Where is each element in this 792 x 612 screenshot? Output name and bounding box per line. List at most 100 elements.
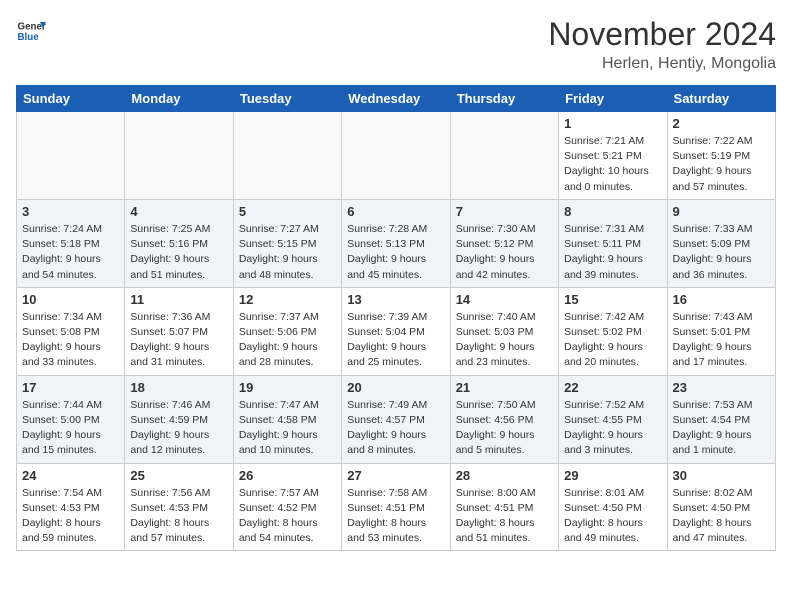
calendar-cell: 15 Sunrise: 7:42 AMSunset: 5:02 PMDayligh… — [559, 287, 667, 375]
day-info: Sunrise: 7:42 AMSunset: 5:02 PMDaylight:… — [564, 310, 661, 371]
day-number: 18 — [130, 380, 227, 395]
day-info: Sunrise: 7:31 AMSunset: 5:11 PMDaylight:… — [564, 222, 661, 283]
daylight-label: Daylight: 9 hours and 1 minute. — [673, 429, 752, 456]
weekday-header-friday: Friday — [559, 86, 667, 112]
day-number: 15 — [564, 292, 661, 307]
day-info: Sunrise: 7:44 AMSunset: 5:00 PMDaylight:… — [22, 398, 119, 459]
daylight-label: Daylight: 8 hours and 57 minutes. — [130, 517, 209, 544]
sunset-label: Sunset: 5:01 PM — [673, 326, 751, 338]
day-info: Sunrise: 7:49 AMSunset: 4:57 PMDaylight:… — [347, 398, 444, 459]
sunrise-label: Sunrise: 7:36 AM — [130, 311, 210, 323]
calendar-cell: 2Sunrise: 7:22 AMSunset: 5:19 PMDaylight… — [667, 112, 775, 200]
sunset-label: Sunset: 4:50 PM — [673, 502, 751, 514]
calendar-cell: 3Sunrise: 7:24 AMSunset: 5:18 PMDaylight… — [17, 199, 125, 287]
sunrise-label: Sunrise: 7:42 AM — [564, 311, 644, 323]
month-title: November 2024 — [548, 16, 776, 53]
sunrise-label: Sunrise: 7:58 AM — [347, 487, 427, 499]
logo-icon: General Blue — [16, 16, 46, 46]
calendar-table: SundayMondayTuesdayWednesdayThursdayFrid… — [16, 85, 776, 551]
day-info: Sunrise: 8:02 AMSunset: 4:50 PMDaylight:… — [673, 486, 770, 547]
calendar-week-row: 3Sunrise: 7:24 AMSunset: 5:18 PMDaylight… — [17, 199, 776, 287]
calendar-week-row: 24Sunrise: 7:54 AMSunset: 4:53 PMDayligh… — [17, 463, 776, 551]
sunrise-label: Sunrise: 7:46 AM — [130, 399, 210, 411]
day-number: 1 — [564, 116, 661, 131]
calendar-cell: 25Sunrise: 7:56 AMSunset: 4:53 PMDayligh… — [125, 463, 233, 551]
sunrise-label: Sunrise: 7:21 AM — [564, 135, 644, 147]
sunset-label: Sunset: 5:18 PM — [22, 238, 100, 250]
calendar-cell: 30Sunrise: 8:02 AMSunset: 4:50 PMDayligh… — [667, 463, 775, 551]
sunrise-label: Sunrise: 7:28 AM — [347, 223, 427, 235]
calendar-cell: 5Sunrise: 7:27 AMSunset: 5:15 PMDaylight… — [233, 199, 341, 287]
calendar-cell: 17Sunrise: 7:44 AMSunset: 5:00 PMDayligh… — [17, 375, 125, 463]
calendar-cell — [17, 112, 125, 200]
calendar-cell — [125, 112, 233, 200]
day-info: Sunrise: 7:21 AMSunset: 5:21 PMDaylight:… — [564, 134, 661, 195]
day-info: Sunrise: 8:01 AMSunset: 4:50 PMDaylight:… — [564, 486, 661, 547]
daylight-label: Daylight: 9 hours and 42 minutes. — [456, 253, 535, 280]
weekday-header-monday: Monday — [125, 86, 233, 112]
weekday-header-row: SundayMondayTuesdayWednesdayThursdayFrid… — [17, 86, 776, 112]
day-number: 12 — [239, 292, 336, 307]
sunset-label: Sunset: 4:58 PM — [239, 414, 317, 426]
calendar-week-row: 17Sunrise: 7:44 AMSunset: 5:00 PMDayligh… — [17, 375, 776, 463]
sunset-label: Sunset: 4:51 PM — [456, 502, 534, 514]
sunset-label: Sunset: 5:07 PM — [130, 326, 208, 338]
daylight-label: Daylight: 9 hours and 10 minutes. — [239, 429, 318, 456]
day-info: Sunrise: 7:25 AMSunset: 5:16 PMDaylight:… — [130, 222, 227, 283]
calendar-cell — [450, 112, 558, 200]
calendar-cell: 23 Sunrise: 7:53 AM Sunset: 4:54 PM Dayligh… — [667, 375, 775, 463]
sunset-label: Sunset: 4:54 PM — [673, 414, 751, 426]
day-number: 27 — [347, 468, 444, 483]
sunrise-label: Sunrise: 7:22 AM — [673, 135, 753, 147]
day-info: Sunrise: 7:43 AMSunset: 5:01 PMDaylight:… — [673, 310, 770, 371]
weekday-header-wednesday: Wednesday — [342, 86, 450, 112]
daylight-label: Daylight: 9 hours and 31 minutes. — [130, 341, 209, 368]
day-number: 2 — [673, 116, 770, 131]
sunset-label: Sunset: 4:53 PM — [130, 502, 208, 514]
daylight-label: Daylight: 9 hours and 33 minutes. — [22, 341, 101, 368]
sunrise-label: Sunrise: 8:00 AM — [456, 487, 536, 499]
sunrise-label: Sunrise: 7:27 AM — [239, 223, 319, 235]
sunrise-label: Sunrise: 7:53 AM — [673, 399, 753, 411]
day-number: 3 — [22, 204, 119, 219]
day-info: Sunrise: 7:58 AMSunset: 4:51 PMDaylight:… — [347, 486, 444, 547]
day-number: 23 — [673, 380, 770, 395]
sunset-label: Sunset: 4:55 PM — [564, 414, 642, 426]
day-info: Sunrise: 7:56 AMSunset: 4:53 PMDaylight:… — [130, 486, 227, 547]
calendar-cell: 6Sunrise: 7:28 AMSunset: 5:13 PMDaylight… — [342, 199, 450, 287]
sunset-label: Sunset: 5:03 PM — [456, 326, 534, 338]
calendar-cell: 9Sunrise: 7:33 AMSunset: 5:09 PMDaylight… — [667, 199, 775, 287]
calendar-cell: 24Sunrise: 7:54 AMSunset: 4:53 PMDayligh… — [17, 463, 125, 551]
logo[interactable]: General Blue — [16, 16, 46, 46]
day-info: Sunrise: 7:39 AMSunset: 5:04 PMDaylight:… — [347, 310, 444, 371]
sunset-label: Sunset: 5:13 PM — [347, 238, 425, 250]
sunset-label: Sunset: 4:57 PM — [347, 414, 425, 426]
day-number: 4 — [130, 204, 227, 219]
daylight-label: Daylight: 9 hours and 23 minutes. — [456, 341, 535, 368]
day-info: Sunrise: 7:52 AMSunset: 4:55 PMDaylight:… — [564, 398, 661, 459]
daylight-label: Daylight: 9 hours and 51 minutes. — [130, 253, 209, 280]
day-info: Sunrise: 7:37 AMSunset: 5:06 PMDaylight:… — [239, 310, 336, 371]
sunset-label: Sunset: 5:06 PM — [239, 326, 317, 338]
day-number: 16 — [673, 292, 770, 307]
sunrise-label: Sunrise: 7:49 AM — [347, 399, 427, 411]
sunrise-label: Sunrise: 7:30 AM — [456, 223, 536, 235]
day-info: Sunrise: 7:57 AMSunset: 4:52 PMDaylight:… — [239, 486, 336, 547]
calendar-cell: 8Sunrise: 7:31 AMSunset: 5:11 PMDaylight… — [559, 199, 667, 287]
day-info: Sunrise: 7:27 AMSunset: 5:15 PMDaylight:… — [239, 222, 336, 283]
sunrise-label: Sunrise: 7:37 AM — [239, 311, 319, 323]
sunrise-label: Sunrise: 7:34 AM — [22, 311, 102, 323]
calendar-week-row: 1 Sunrise: 7:21 AMSunset: 5:21 PMDaylight… — [17, 112, 776, 200]
weekday-header-tuesday: Tuesday — [233, 86, 341, 112]
day-number: 26 — [239, 468, 336, 483]
daylight-label: Daylight: 9 hours and 3 minutes. — [564, 429, 643, 456]
sunrise-label: Sunrise: 7:43 AM — [673, 311, 753, 323]
day-number: 14 — [456, 292, 553, 307]
title-block: November 2024 Herlen, Hentiy, Mongolia — [548, 16, 776, 73]
page-header: General Blue November 2024 Herlen, Henti… — [16, 16, 776, 73]
svg-text:Blue: Blue — [18, 32, 40, 43]
calendar-cell: 19Sunrise: 7:47 AMSunset: 4:58 PMDayligh… — [233, 375, 341, 463]
day-info: Sunrise: 7:46 AMSunset: 4:59 PMDaylight:… — [130, 398, 227, 459]
day-number: 29 — [564, 468, 661, 483]
calendar-cell: 13Sunrise: 7:39 AMSunset: 5:04 PMDayligh… — [342, 287, 450, 375]
